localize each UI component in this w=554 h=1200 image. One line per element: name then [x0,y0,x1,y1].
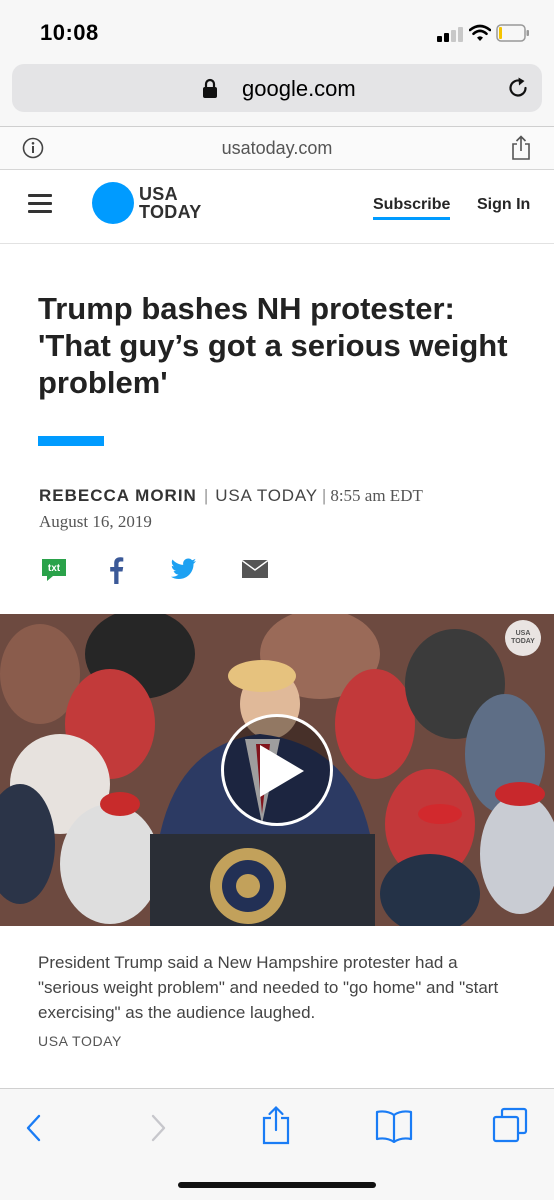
subscribe-link[interactable]: Subscribe [373,196,450,214]
logo-line2: TODAY [139,202,202,222]
headline-accent-rule [38,436,104,446]
site-domain: usatoday.com [221,138,333,158]
byline: REBECCA MORIN | USA TODAY | 8:55 am EDT [39,486,423,505]
article-headline: Trump bashes NH protester: 'That guy’s g… [38,291,508,400]
home-indicator[interactable] [178,1182,376,1188]
txt-label: txt [48,563,61,574]
site-header: USA TODAY Subscribe Sign In [0,170,554,244]
url-text: google.com [242,76,356,101]
bookmarks-icon[interactable] [375,1109,413,1143]
lock-icon [203,78,217,98]
back-icon[interactable] [22,1113,46,1143]
status-time: 10:08 [40,20,99,45]
subscribe-underline [373,217,450,220]
tabs-icon[interactable] [492,1107,528,1143]
reload-icon[interactable] [506,76,530,100]
watermark-line2: TODAY [511,638,535,645]
play-icon [260,745,304,797]
address-bar[interactable]: google.com [12,64,542,112]
site-logo-text[interactable]: USA TODAY [139,185,202,221]
publish-date: August 16, 2019 [39,512,152,531]
wifi-icon [469,24,491,41]
sign-in-link[interactable]: Sign In [477,196,530,214]
facebook-icon[interactable] [108,556,124,584]
share-icon[interactable] [260,1105,292,1145]
usa-today-logo-icon[interactable] [92,182,134,224]
author-name[interactable]: REBECCA MORIN [39,486,197,505]
site-info-bar: usatoday.com [0,126,554,170]
status-bar: 10:08 [0,0,554,62]
usa-today-watermark: USA TODAY [505,620,541,656]
share-row: txt [0,556,554,588]
publish-time: 8:55 am EDT [330,486,423,505]
video-caption: President Trump said a New Hampshire pro… [38,953,499,1022]
txt-icon[interactable]: txt [41,558,67,582]
twitter-icon[interactable] [171,558,197,580]
share-icon[interactable] [510,135,532,161]
forward-icon[interactable] [146,1113,170,1143]
signal-icon [437,26,463,42]
publication-name: USA TODAY [215,486,318,505]
mail-icon[interactable] [242,560,268,578]
battery-icon [496,24,529,42]
hamburger-menu-icon[interactable] [28,194,52,214]
browser-address-area: google.com [0,62,554,126]
play-button[interactable] [221,714,333,826]
video-credit: USA TODAY [38,1033,122,1049]
watermark-line1: USA [515,630,531,637]
logo-line1: USA [139,184,178,204]
